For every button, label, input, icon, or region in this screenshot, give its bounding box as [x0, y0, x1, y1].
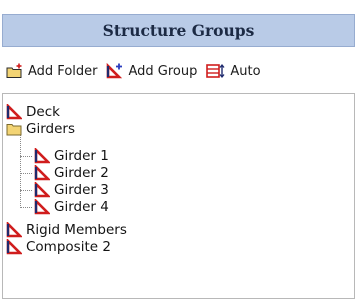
add-group-icon — [107, 63, 123, 79]
tree-item-label: Girder 4 — [54, 199, 109, 215]
tree-connector — [20, 173, 32, 174]
tree-connector — [20, 190, 32, 191]
folder-icon — [6, 124, 22, 136]
auto-icon — [206, 63, 225, 79]
tree-item-label: Girder 3 — [54, 182, 109, 198]
structure-group-icon — [34, 182, 50, 198]
structure-group-icon — [34, 199, 50, 215]
structure-groups-panel: Structure Groups Add Folder Add Group Au… — [0, 0, 357, 301]
structure-group-icon — [6, 222, 22, 238]
tree-item-label: Composite 2 — [26, 239, 111, 255]
add-group-label: Add Group — [128, 63, 198, 79]
add-folder-label: Add Folder — [28, 63, 98, 79]
tree-item-label: Deck — [26, 104, 60, 120]
structure-group-icon — [34, 165, 50, 181]
auto-button[interactable]: Auto — [206, 63, 261, 79]
tree-item-girders-folder[interactable]: Girders — [6, 119, 75, 139]
tree-item-label: Rigid Members — [26, 222, 127, 238]
tree-item-label: Girder 1 — [54, 148, 109, 164]
tree-item-composite-2[interactable]: Composite 2 — [6, 237, 111, 257]
tree-connector — [20, 207, 32, 208]
tree-item-girder-4[interactable]: Girder 4 — [34, 197, 109, 217]
structure-groups-tree: Deck Girders Girder 1 Girder 2 Girder 3 … — [2, 93, 355, 299]
auto-label: Auto — [230, 63, 261, 79]
toolbar: Add Folder Add Group Auto — [0, 52, 357, 90]
add-folder-button[interactable]: Add Folder — [6, 63, 97, 79]
add-group-button[interactable]: Add Group — [106, 63, 197, 79]
tree-item-label: Girders — [26, 121, 75, 137]
add-folder-icon — [6, 63, 22, 78]
tree-connector — [20, 156, 32, 157]
tree-connector-vertical — [20, 134, 21, 206]
structure-group-icon — [6, 239, 22, 255]
tree-item-label: Girder 2 — [54, 165, 109, 181]
panel-title: Structure Groups — [102, 21, 255, 40]
panel-header: Structure Groups — [2, 14, 355, 47]
structure-group-icon — [6, 104, 22, 120]
structure-group-icon — [34, 148, 50, 164]
